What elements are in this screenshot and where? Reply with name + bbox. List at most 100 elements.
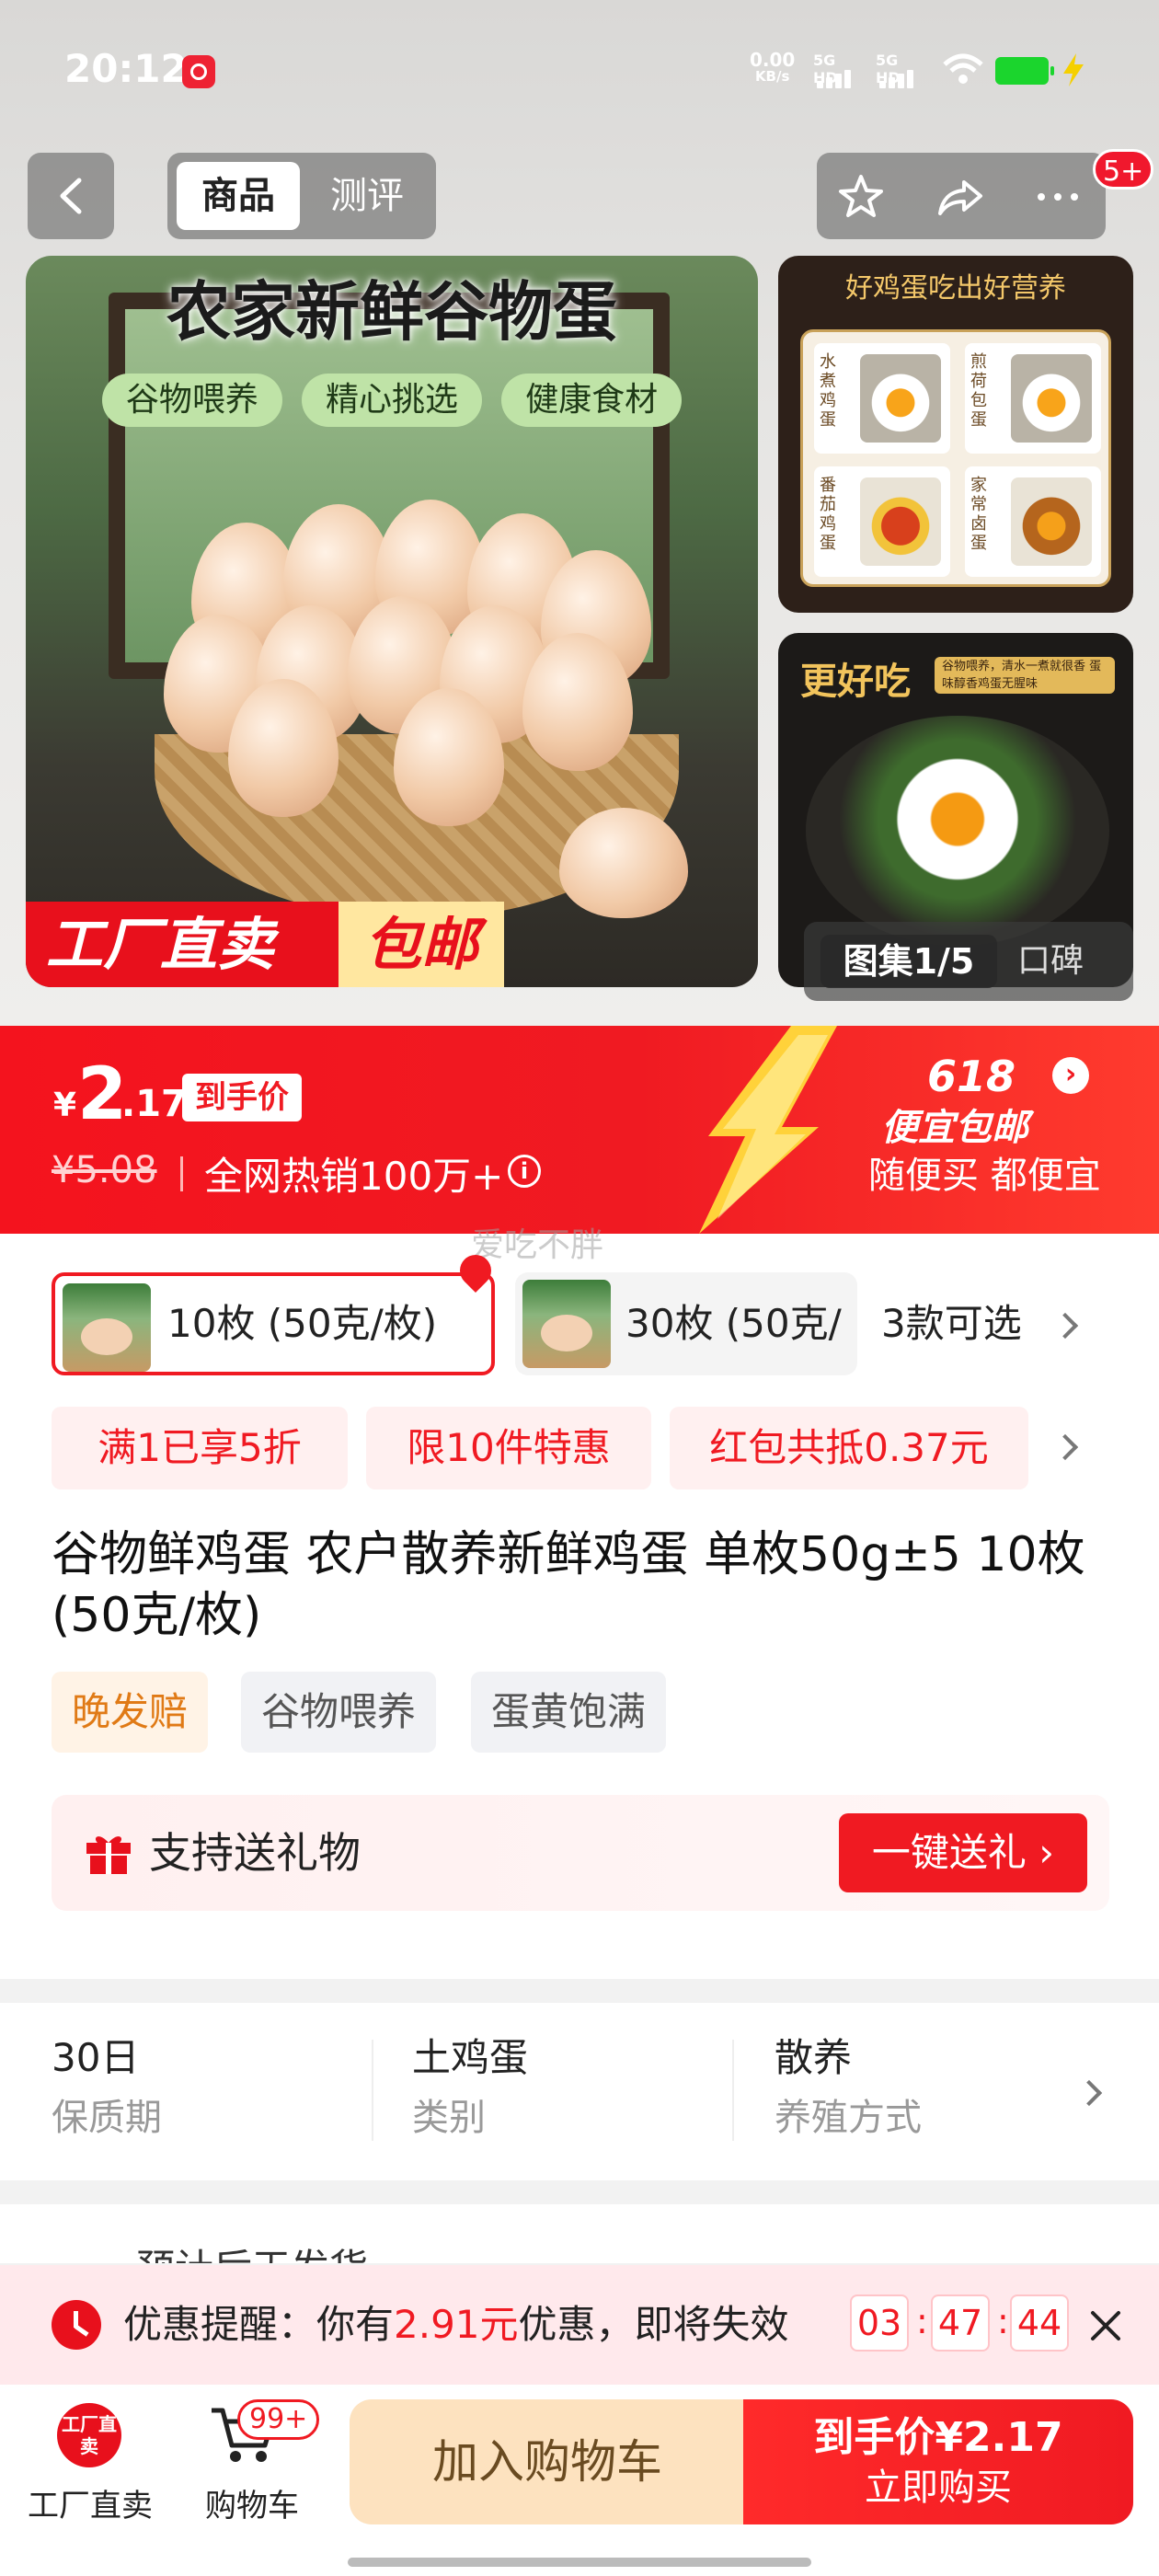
recipe-label: 煎荷包蛋 — [970, 352, 987, 430]
reminder-suffix: 优惠，即将失效 — [518, 2302, 789, 2347]
spec-value: 散养 — [775, 2035, 853, 2080]
spec-item: 30日 保质期 — [52, 2030, 162, 2150]
egg — [559, 808, 688, 918]
factory-store-label[interactable]: 工厂直卖 — [24, 2480, 156, 2525]
price-divider — [180, 1156, 183, 1191]
shipping-estimate: 预计后天发货 — [136, 2237, 368, 2263]
signal-icon-sim2: 5G HD — [876, 52, 918, 88]
original-price: ¥5.08 — [52, 1149, 157, 1191]
chevron-right-icon[interactable]: › — [1052, 1057, 1089, 1094]
discount-reminder: 优惠提醒：你有2.91元优惠，即将失效 03 : 47 : 44 — [0, 2265, 1159, 2385]
wifi-icon — [943, 53, 983, 84]
feature-tag: 谷物喂养 — [241, 1672, 437, 1753]
product-title: 谷物鲜鸡蛋 农户散养新鲜鸡蛋 单枚50g±5 10枚 (50克/枚) — [52, 1527, 1085, 1643]
countdown-colon: : — [916, 2301, 928, 2341]
charging-icon — [1063, 53, 1084, 86]
image-promo-strip: 工厂直卖 包邮 — [26, 902, 504, 987]
gift-label: 支持送礼物 — [149, 1828, 361, 1878]
reminder-amount: 2.91元 — [394, 2302, 519, 2347]
sku-option[interactable]: 30枚 (50克/ — [515, 1272, 857, 1375]
sku-more-link[interactable]: 3款可选 — [881, 1272, 1022, 1375]
battery-icon — [995, 57, 1054, 85]
cart-label[interactable]: 购物车 — [188, 2480, 316, 2525]
thumb-title: 更好吃 — [800, 660, 911, 703]
status-time: 20:12 — [64, 46, 188, 91]
add-to-cart-button[interactable]: 加入购物车 — [350, 2399, 745, 2524]
send-gift-button[interactable]: 一键送礼 › — [839, 1813, 1087, 1892]
message-badge: 5+ — [1093, 149, 1154, 190]
campaign-618[interactable]: 618 — [927, 1052, 1016, 1101]
buy-label: 立即购买 — [865, 2467, 1012, 2509]
lightning-icon — [699, 1026, 837, 1234]
sku-thumbnail — [522, 1280, 611, 1368]
shipping-row[interactable]: 预计后天发货 — [0, 2204, 1159, 2263]
dish-image — [1011, 477, 1092, 566]
final-price-tag: 到手价 — [182, 1074, 302, 1121]
reviews-link[interactable]: 口碑 — [1017, 935, 1084, 988]
status-bar: 20:12 0.00 KB/s 5G HD 5G HD — [0, 0, 1159, 138]
reminder-prefix: 优惠提醒：你有 — [123, 2302, 395, 2347]
price-decimal: .17 — [121, 1083, 187, 1125]
favorite-star-icon[interactable] — [837, 173, 885, 221]
net-speed: 0.00 KB/s — [750, 51, 795, 85]
tab-product[interactable]: 商品 — [177, 162, 300, 230]
sku-option-selected[interactable]: 10枚 (50克/枚) — [52, 1272, 495, 1375]
dish-image — [860, 477, 941, 566]
chevron-right-icon[interactable] — [1051, 1312, 1079, 1340]
buy-price: 到手价¥2.17 — [813, 2414, 1063, 2461]
promo-chip[interactable]: 红包共抵0.37元 — [670, 1407, 1028, 1489]
service-tag[interactable]: 晚发赔 — [52, 1672, 209, 1753]
divider — [732, 2040, 734, 2141]
image-chip: 精心挑选 — [301, 374, 482, 427]
gallery-counter[interactable]: 图集1/5 口碑 — [804, 922, 1133, 1001]
gift-icon — [86, 1836, 131, 1874]
factory-direct-label: 工厂直卖 — [26, 902, 339, 987]
top-tabs: 商品 测评 — [167, 153, 436, 239]
sku-thumbnail — [63, 1283, 151, 1372]
net-speed-unit: KB/s — [754, 68, 790, 85]
buy-now-button[interactable]: 到手价¥2.17 立即购买 — [743, 2399, 1133, 2524]
spec-summary[interactable]: 30日 保质期 土鸡蛋 类别 散养 养殖方式 — [0, 2003, 1159, 2180]
factory-store-icon[interactable]: 工厂直卖 — [57, 2403, 121, 2467]
watermark: 爱吃不胖 — [471, 1226, 604, 1264]
fried-egg-image — [806, 716, 1109, 946]
main-product-image[interactable]: 农家新鲜谷物蛋 谷物喂养 精心挑选 健康食材 工厂直卖 包邮 — [26, 256, 758, 987]
divider — [372, 2040, 373, 2141]
recipe-cell: 煎荷包蛋 — [965, 343, 1101, 454]
share-icon[interactable] — [936, 173, 984, 221]
back-button[interactable] — [28, 153, 114, 239]
gallery-count[interactable]: 图集1/5 — [820, 935, 997, 988]
close-icon[interactable] — [1085, 2306, 1126, 2346]
chevron-right-icon[interactable] — [1051, 1433, 1079, 1461]
gallery-thumb-recipes[interactable]: 好鸡蛋吃出好营养 水煮鸡蛋 煎荷包蛋 番茄鸡蛋 家常卤蛋 — [778, 256, 1133, 613]
chevron-right-icon[interactable] — [1075, 2079, 1103, 2107]
promo-chip[interactable]: 限10件特惠 — [366, 1407, 651, 1489]
spec-item: 散养 养殖方式 — [775, 2030, 922, 2150]
home-indicator[interactable] — [348, 2558, 811, 2567]
campaign-subtitle[interactable]: 便宜包邮 — [881, 1098, 1028, 1151]
recipe-label: 番茄鸡蛋 — [820, 476, 836, 553]
dish-image — [1011, 354, 1092, 443]
image-title: 农家新鲜谷物蛋 — [166, 274, 617, 350]
header-actions — [817, 153, 1106, 239]
recipe-grid: 水煮鸡蛋 煎荷包蛋 番茄鸡蛋 家常卤蛋 — [800, 329, 1111, 587]
tab-review[interactable]: 测评 — [307, 162, 427, 230]
more-icon[interactable] — [1034, 173, 1082, 221]
recipe-cell: 家常卤蛋 — [965, 466, 1101, 577]
price-banner: ¥ 2 .17 到手价 ¥5.08 全网热销100万+ i 618 › 便宜包邮… — [0, 1026, 1159, 1234]
spec-value: 土鸡蛋 — [412, 2035, 529, 2080]
spec-key: 养殖方式 — [775, 2097, 922, 2139]
spec-value: 30日 — [52, 2035, 140, 2080]
cart-count-badge: 99+ — [237, 2399, 320, 2440]
countdown-seconds: 44 — [1010, 2294, 1069, 2352]
sku-label: 30枚 (50克/ — [625, 1301, 842, 1346]
countdown-minutes: 47 — [931, 2294, 990, 2352]
countdown-colon: : — [997, 2301, 1009, 2341]
campaign-slogan[interactable]: 随便买 都便宜 — [868, 1145, 1101, 1199]
signal-icon-sim1: 5G HD — [813, 52, 855, 88]
gift-section: 支持送礼物 一键送礼 › — [52, 1795, 1109, 1911]
sales-count: 全网热销100万+ — [204, 1154, 504, 1199]
promo-chip[interactable]: 满1已享5折 — [52, 1407, 348, 1489]
app-notification-icon — [182, 55, 215, 88]
info-icon[interactable]: i — [508, 1155, 541, 1188]
